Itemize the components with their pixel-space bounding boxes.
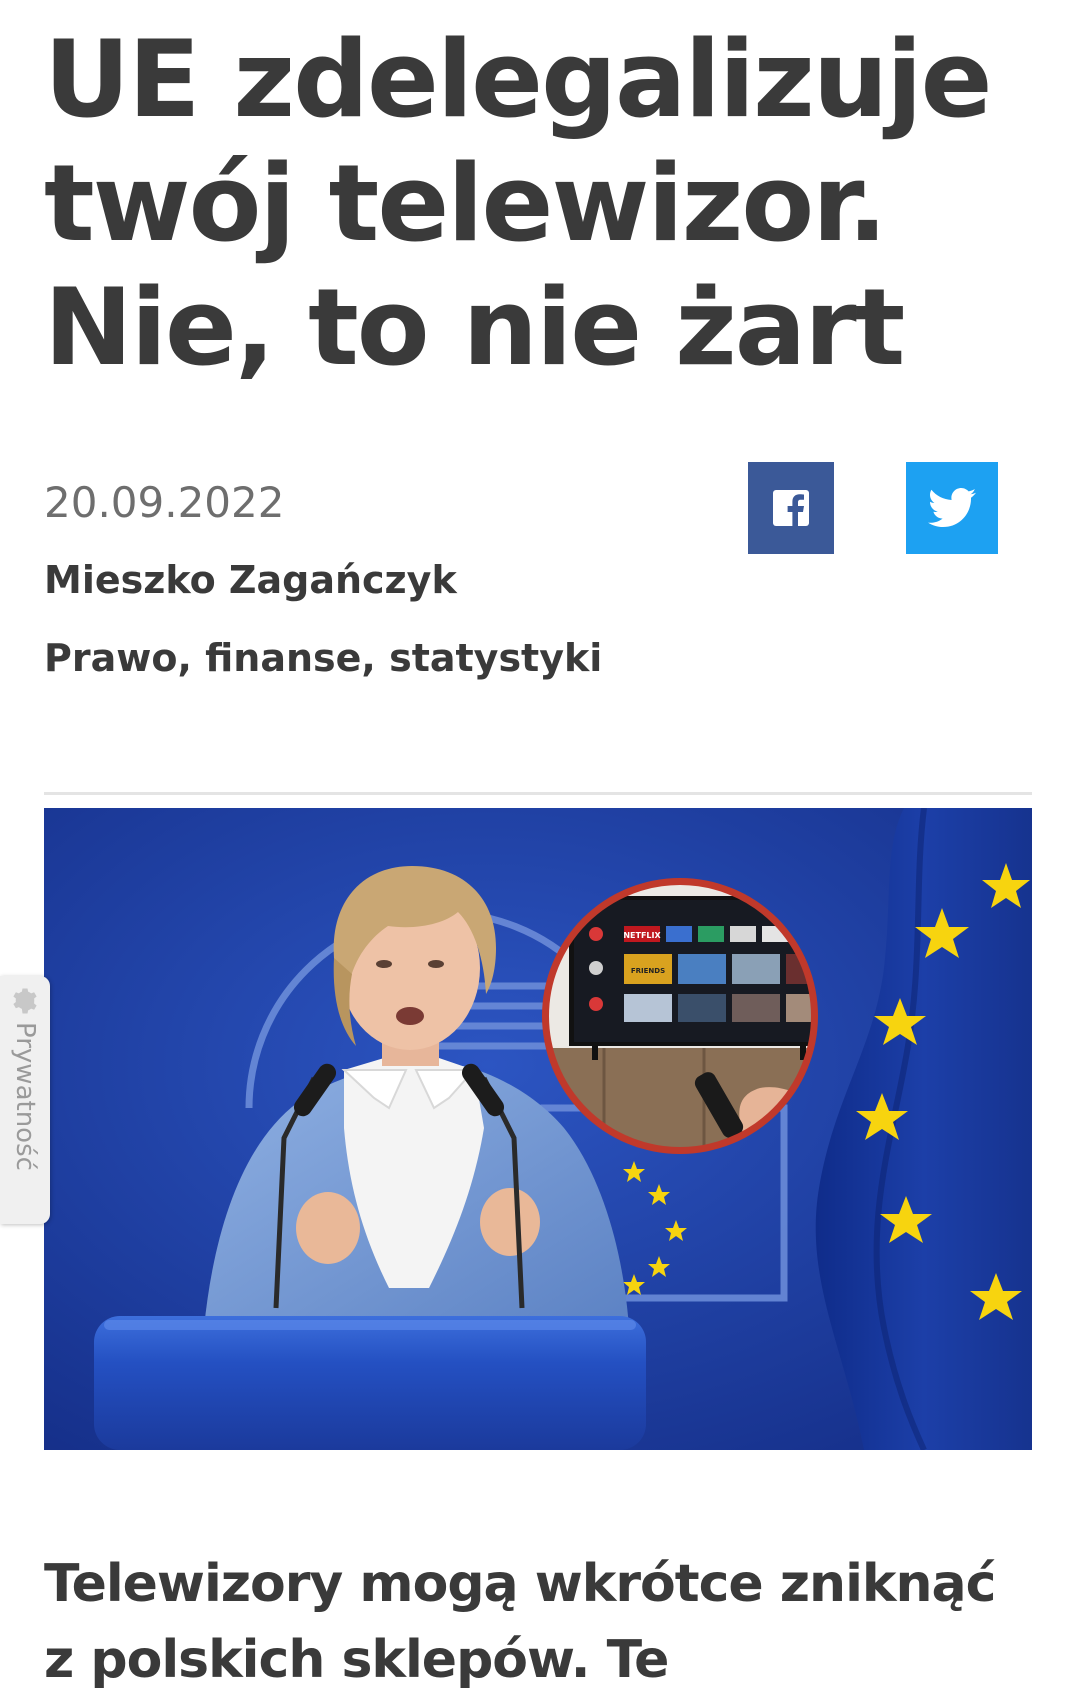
twitter-share-button[interactable] bbox=[906, 462, 998, 554]
gear-icon bbox=[13, 988, 37, 1014]
podium bbox=[94, 1316, 646, 1450]
article-lead: Telewizory mogą wkrótce zniknąć z polski… bbox=[44, 1554, 996, 1690]
privacy-tab-label: Prywatność bbox=[10, 1022, 40, 1171]
hero-illustration: NETFLIX FRIENDS bbox=[44, 808, 1032, 1450]
header-divider bbox=[44, 792, 1032, 795]
twitter-icon bbox=[928, 488, 976, 527]
tv-tile-netflix: NETFLIX bbox=[623, 931, 661, 940]
facebook-icon bbox=[773, 490, 809, 526]
facebook-share-button[interactable] bbox=[748, 462, 834, 554]
article-author[interactable]: Mieszko Zagańczyk bbox=[44, 558, 457, 602]
tv-tile-friends: FRIENDS bbox=[631, 967, 665, 975]
article-date: 20.09.2022 bbox=[44, 478, 285, 527]
privacy-settings-tab[interactable]: Prywatność bbox=[0, 976, 50, 1224]
article-title: UE zdelegalizuje twój telewizor. Nie, to… bbox=[44, 18, 993, 389]
article-hero-image[interactable]: NETFLIX FRIENDS bbox=[44, 808, 1032, 1450]
article-category[interactable]: Prawo, finanse, statystyki bbox=[44, 636, 602, 680]
